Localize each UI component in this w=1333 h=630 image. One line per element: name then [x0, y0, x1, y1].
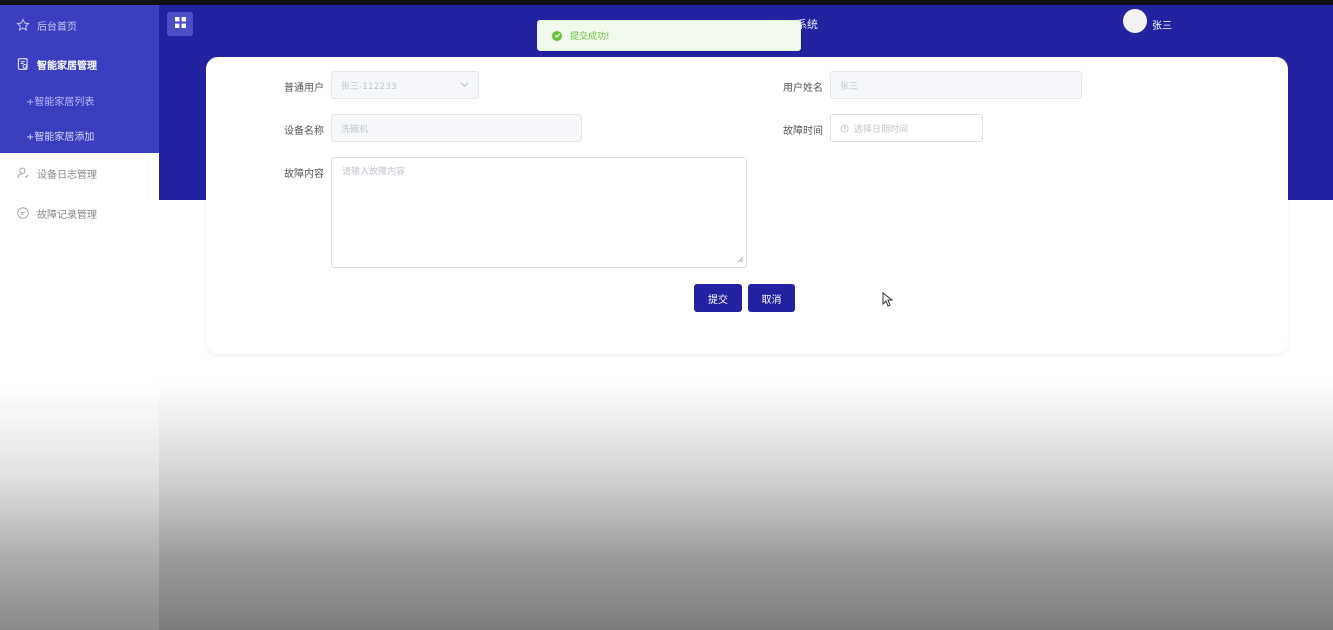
sidebar-item-dashboard[interactable]: 后台首页	[0, 5, 159, 45]
check-circle-icon	[552, 30, 562, 41]
sidebar-subitem-label: +智能家居列表	[26, 97, 95, 108]
sidebar-item-smart-home[interactable]: 智能家居管理	[0, 45, 159, 83]
clock-icon	[840, 123, 849, 133]
avatar[interactable]	[1123, 9, 1147, 33]
sidebar-item-label: 设备日志管理	[37, 169, 97, 181]
chat-icon	[16, 206, 30, 220]
fault-time-picker[interactable]: 选择日期时间	[830, 114, 983, 142]
fault-content-placeholder: 请输入故障内容	[342, 167, 406, 177]
resize-handle-icon[interactable]	[737, 256, 744, 266]
device-name-field[interactable]: 洗碗机	[331, 114, 582, 142]
document-icon	[16, 57, 30, 71]
user-select-value: 张三-112233	[341, 81, 397, 92]
user-icon	[16, 166, 30, 180]
name-field-value: 张三	[840, 81, 859, 92]
cancel-button[interactable]: 取消	[748, 284, 795, 312]
grid-icon	[174, 17, 186, 31]
sidebar-subitem-smart-home-add[interactable]: +智能家居添加	[0, 118, 159, 153]
fault-time-label: 故障时间	[783, 126, 823, 137]
name-field[interactable]: 张三	[830, 71, 1082, 99]
mouse-cursor-icon	[882, 291, 894, 310]
user-label: 普通用户	[284, 83, 324, 94]
sidebar-item-label: 故障记录管理	[37, 209, 97, 221]
sidebar-item-label: 后台首页	[37, 21, 77, 33]
sidebar-item-device-log[interactable]: 设备日志管理	[0, 153, 159, 193]
sidebar-item-label: 智能家居管理	[37, 60, 97, 72]
sidebar-subitem-smart-home-list[interactable]: +智能家居列表	[0, 83, 159, 118]
submit-button[interactable]: 提交	[694, 284, 742, 312]
star-icon	[16, 18, 30, 32]
chevron-down-icon	[460, 80, 469, 92]
sidebar: 后台首页 智能家居管理 +智能家居列表 +智能家居添加 设备日志管理 故障记录管…	[0, 5, 159, 630]
menu-toggle-button[interactable]	[167, 12, 193, 36]
username[interactable]: 张三	[1152, 17, 1172, 32]
fault-content-label: 故障内容	[284, 169, 324, 180]
sidebar-item-fault-record[interactable]: 故障记录管理	[0, 193, 159, 233]
name-label: 用户姓名	[783, 83, 823, 94]
fault-time-placeholder: 选择日期时间	[854, 124, 909, 135]
fault-content-textarea[interactable]: 请输入故障内容	[331, 157, 747, 268]
sidebar-subitem-label: +智能家居添加	[26, 132, 95, 143]
device-name-value: 洗碗机	[341, 124, 369, 135]
toast-message: 提交成功!	[570, 32, 610, 42]
device-label: 设备名称	[284, 126, 324, 137]
user-select[interactable]: 张三-112233	[331, 71, 479, 99]
success-toast: 提交成功!	[537, 20, 801, 51]
